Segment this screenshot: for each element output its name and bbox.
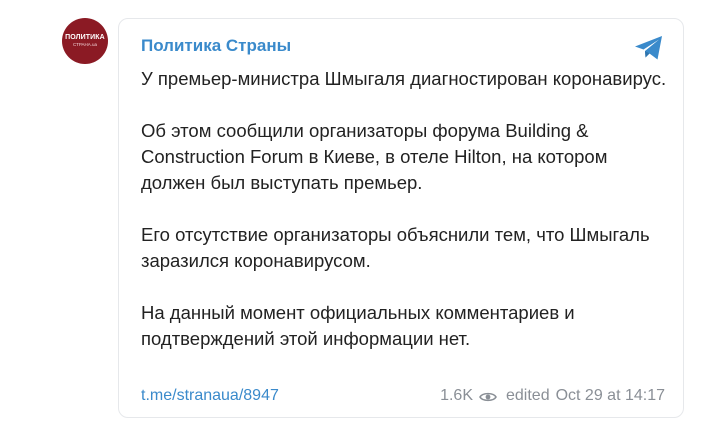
- message-paragraph: Его отсутствие организаторы объяснили те…: [141, 224, 650, 271]
- avatar-logo-subtext: СТРАНА.ua: [72, 41, 98, 47]
- avatar-logo-text: ПОЛИТИКА: [65, 33, 105, 41]
- telegram-icon[interactable]: [633, 34, 665, 62]
- message-paragraph: Об этом сообщили организаторы форума Bui…: [141, 120, 608, 193]
- eye-icon: [479, 390, 497, 402]
- post-timestamp: Oct 29 at 14:17: [555, 387, 665, 404]
- message-text: У премьер-министра Шмыгаля диагностирова…: [141, 66, 671, 352]
- view-count: 1.6K: [440, 387, 473, 404]
- channel-avatar[interactable]: ПОЛИТИКА СТРАНА.ua: [62, 18, 108, 64]
- post-meta: 1.6K edited Oct 29 at 14:17: [440, 387, 665, 405]
- message-paragraph: На данный момент официальных комментарие…: [141, 302, 575, 349]
- message-paragraph: У премьер-министра Шмыгаля диагностирова…: [141, 68, 667, 89]
- channel-name-link[interactable]: Политика Страны: [141, 36, 291, 56]
- post-footer: t.me/stranaua/8947 1.6K edited Oct 29 at…: [141, 385, 665, 407]
- post-card: Политика Страны У премьер-министра Шмыга…: [118, 18, 684, 418]
- post-link[interactable]: t.me/stranaua/8947: [141, 387, 279, 405]
- edited-label: edited: [506, 387, 550, 404]
